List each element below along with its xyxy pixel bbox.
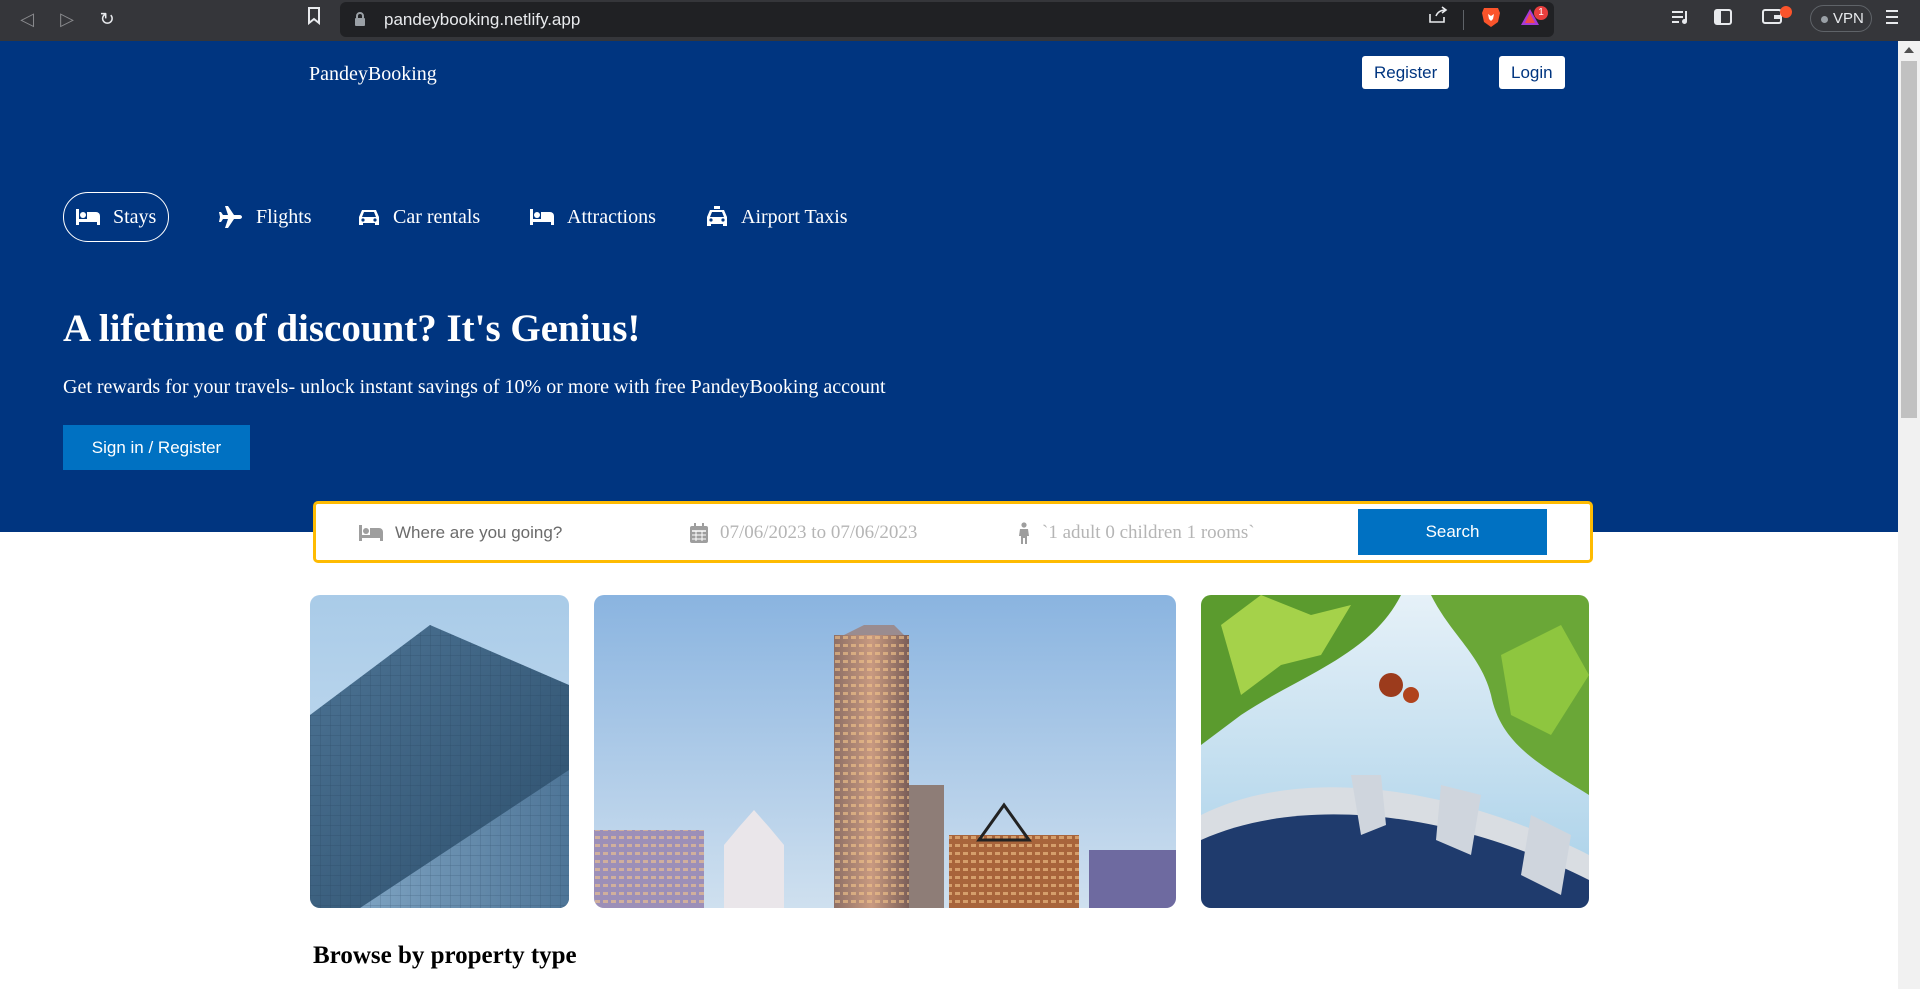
bed-icon xyxy=(76,209,100,225)
bed-icon xyxy=(530,209,554,225)
tab-label: Airport Taxis xyxy=(741,205,848,228)
tab-attractions[interactable]: Attractions xyxy=(530,192,656,242)
media-queue-icon[interactable] xyxy=(1668,7,1694,33)
plane-icon xyxy=(219,206,242,228)
browser-toolbar: ◁ ▷ ↻ pandeybooking.netlify.app 1 VPN xyxy=(0,0,1920,41)
scroll-up-arrow-icon[interactable] xyxy=(1904,47,1914,53)
person-icon xyxy=(1019,522,1029,544)
page-viewport: PandeyBooking Register Login Stays Fligh… xyxy=(0,41,1898,989)
featured-image-reno-arch[interactable] xyxy=(1201,595,1589,908)
date-range-text: 07/06/2023 to 07/06/2023 xyxy=(720,522,918,543)
tab-label: Flights xyxy=(256,205,312,228)
tab-label: Stays xyxy=(113,205,157,228)
back-icon[interactable]: ◁ xyxy=(14,7,40,33)
tab-car-rentals[interactable]: Car rentals xyxy=(358,192,480,242)
hero-description: Get rewards for your travels- unlock ins… xyxy=(63,376,886,398)
address-bar[interactable]: pandeybooking.netlify.app 1 xyxy=(340,2,1554,37)
destination-field[interactable] xyxy=(359,518,655,548)
tab-label: Car rentals xyxy=(393,205,481,228)
sidebar-icon[interactable] xyxy=(1710,7,1736,33)
destination-input[interactable] xyxy=(395,523,655,543)
notification-badge: 1 xyxy=(1534,6,1548,20)
site-logo[interactable]: PandeyBooking xyxy=(309,63,437,86)
menu-icon[interactable] xyxy=(1879,7,1905,33)
search-button[interactable]: Search xyxy=(1358,509,1547,555)
lock-icon xyxy=(355,12,365,26)
register-button[interactable]: Register xyxy=(1362,56,1450,89)
taxi-icon xyxy=(707,206,727,226)
guests-field[interactable]: `1 adult 0 children 1 rooms` xyxy=(1018,518,1255,548)
hero-header: PandeyBooking Register Login Stays Fligh… xyxy=(0,41,1898,532)
page-scrollbar[interactable] xyxy=(1898,41,1920,989)
featured-image-glass-building[interactable] xyxy=(310,595,569,908)
sign-in-register-button[interactable]: Sign in / Register xyxy=(63,425,250,470)
tab-stays[interactable]: Stays xyxy=(63,192,170,242)
wallet-badge xyxy=(1780,6,1792,18)
share-icon[interactable] xyxy=(1425,6,1451,32)
featured-image-city-skyline[interactable] xyxy=(594,595,1176,908)
tab-flights[interactable]: Flights xyxy=(219,192,312,242)
url-text: pandeybooking.netlify.app xyxy=(384,10,581,29)
vpn-button[interactable]: VPN xyxy=(1810,5,1872,32)
date-field[interactable]: 07/06/2023 to 07/06/2023 xyxy=(690,518,917,548)
brave-shield-icon[interactable] xyxy=(1478,6,1504,32)
tab-label: Attractions xyxy=(567,205,656,228)
forward-icon[interactable]: ▷ xyxy=(54,7,80,33)
bookmark-icon[interactable] xyxy=(301,7,327,33)
guests-text: `1 adult 0 children 1 rooms` xyxy=(1042,522,1255,543)
login-button[interactable]: Login xyxy=(1499,56,1565,89)
tab-airport-taxis[interactable]: Airport Taxis xyxy=(706,192,848,242)
car-icon xyxy=(359,210,379,225)
search-bar: 07/06/2023 to 07/06/2023 `1 adult 0 chil… xyxy=(313,501,1593,563)
calendar-icon xyxy=(690,523,708,543)
scrollbar-thumb[interactable] xyxy=(1901,61,1917,418)
divider xyxy=(1463,10,1464,30)
browse-by-property-type-heading: Browse by property type xyxy=(313,942,577,969)
reload-icon[interactable]: ↻ xyxy=(94,7,120,33)
hero-title: A lifetime of discount? It's Genius! xyxy=(63,307,641,350)
bed-icon xyxy=(359,525,383,541)
